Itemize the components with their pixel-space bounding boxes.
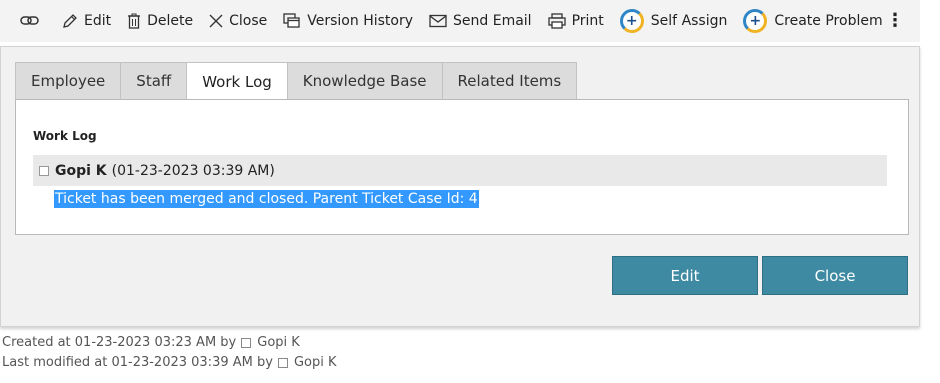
tab-related-items[interactable]: Related Items (442, 62, 578, 100)
created-by: Gopi K (257, 335, 300, 350)
version-history-icon (283, 13, 300, 28)
link-icon (20, 16, 39, 25)
tab-staff[interactable]: Staff (121, 62, 188, 100)
create-problem-icon: + (743, 9, 768, 33)
tab-employee[interactable]: Employee (15, 62, 122, 100)
entry-timestamp: (01-23-2023 03:39 AM) (111, 162, 275, 179)
close-label: Close (229, 13, 268, 29)
avatar-placeholder-icon (39, 165, 49, 176)
work-log-entry-header: Gopi K (01-23-2023 03:39 AM) (33, 155, 887, 186)
work-log-content: Work Log Gopi K (01-23-2023 03:39 AM) Ti… (15, 99, 909, 235)
work-log-title: Work Log (33, 129, 97, 143)
send-email-label: Send Email (453, 13, 532, 29)
tab-knowledge-base[interactable]: Knowledge Base (287, 62, 443, 100)
created-prefix: Created at 01-23-2023 03:23 AM by (2, 335, 237, 350)
entry-text: Ticket has been merged and closed. Paren… (54, 190, 479, 208)
close-toolbar-button[interactable]: Close (209, 0, 267, 42)
modified-by: Gopi K (293, 355, 337, 370)
created-info: Created at 01-23-2023 03:23 AM by Gopi K (2, 335, 300, 350)
edit-button-primary[interactable]: Edit (612, 256, 758, 295)
print-button[interactable]: Print (547, 0, 604, 42)
modifier-avatar-icon (277, 357, 288, 368)
modified-info: Last modified at 01-23-2023 03:39 AM by … (2, 355, 337, 370)
toolbar: Edit Delete Close Version History Send E… (0, 0, 920, 42)
creator-avatar-icon (241, 337, 252, 348)
link-button[interactable] (20, 0, 46, 42)
modified-prefix: Last modified at 01-23-2023 03:39 AM by (2, 355, 273, 370)
close-icon (209, 14, 223, 28)
create-problem-button[interactable]: + Create Problem (743, 0, 883, 42)
create-problem-label: Create Problem (774, 13, 883, 29)
tab-bar: Employee Staff Work Log Knowledge Base R… (15, 62, 578, 101)
self-assign-label: Self Assign (650, 13, 728, 29)
print-label: Print (571, 13, 604, 29)
delete-button[interactable]: Delete (127, 0, 193, 42)
send-email-button[interactable]: Send Email (429, 0, 532, 42)
entry-author: Gopi K (55, 162, 107, 179)
detail-panel: Employee Staff Work Log Knowledge Base R… (0, 46, 920, 327)
envelope-icon (429, 14, 447, 28)
self-assign-icon: + (619, 9, 644, 33)
close-button-primary[interactable]: Close (762, 256, 908, 295)
trash-icon (128, 13, 141, 29)
edit-label: Edit (84, 13, 112, 29)
printer-icon (547, 13, 566, 29)
delete-label: Delete (147, 13, 194, 29)
version-history-label: Version History (307, 13, 414, 29)
edit-icon (63, 14, 77, 28)
edit-button[interactable]: Edit (62, 0, 111, 42)
more-options-icon[interactable]: ⋮ (886, 12, 904, 30)
tab-work-log[interactable]: Work Log (187, 62, 288, 101)
self-assign-button[interactable]: + Self Assign (619, 0, 728, 42)
version-history-button[interactable]: Version History (283, 0, 413, 42)
